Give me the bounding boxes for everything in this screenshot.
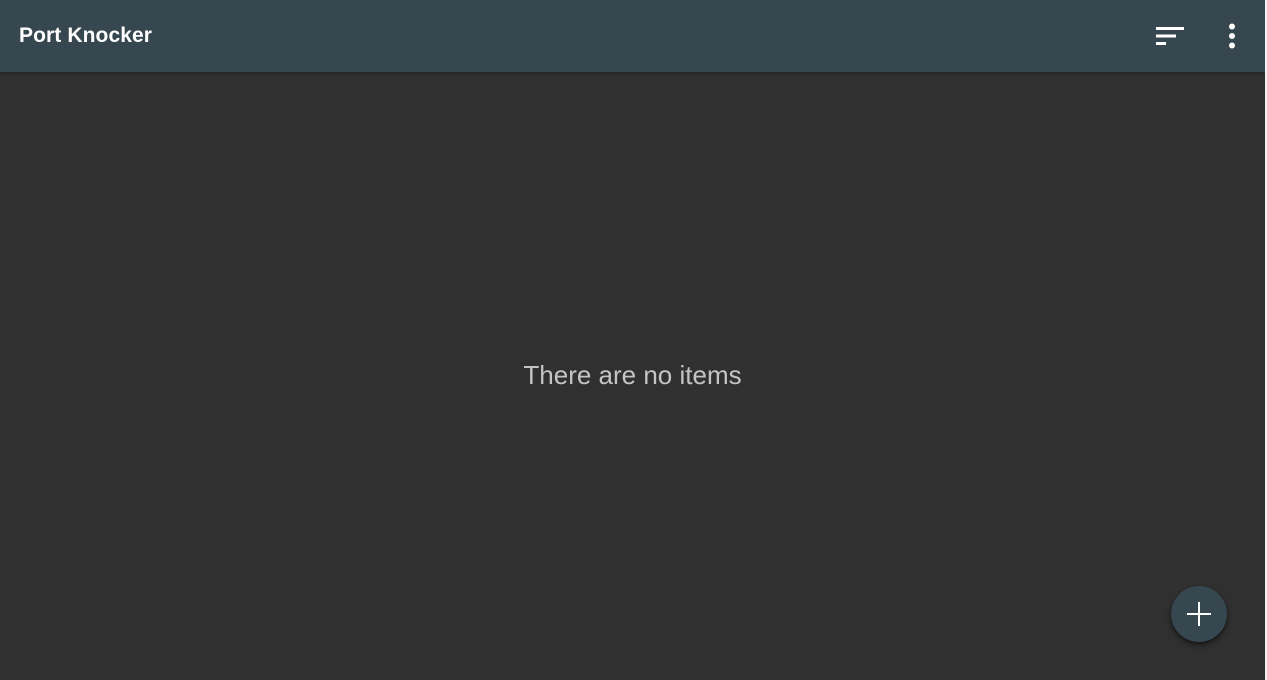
app-title: Port Knocker <box>19 24 153 47</box>
more-options-button[interactable] <box>1208 12 1256 60</box>
sort-icon <box>1156 27 1184 45</box>
sort-button[interactable] <box>1146 12 1194 60</box>
app-window: Port Knocker There are no items <box>0 0 1267 680</box>
add-icon <box>1187 602 1211 626</box>
more-vert-icon <box>1229 23 1235 49</box>
add-item-button[interactable] <box>1171 586 1227 642</box>
empty-state-message: There are no items <box>523 360 742 390</box>
app-bar: Port Knocker <box>0 0 1265 72</box>
